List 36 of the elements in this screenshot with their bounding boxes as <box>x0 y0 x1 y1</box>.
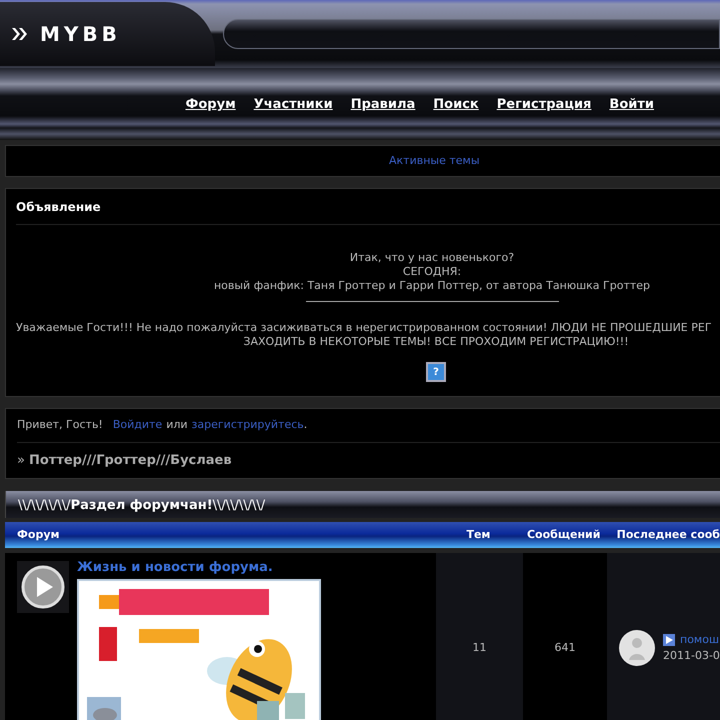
announcement-line: СЕГОДНЯ: <box>402 265 462 279</box>
column-header: Форум <box>16 526 61 543</box>
last-post-date: 2011-03-0 <box>663 648 720 664</box>
avatar-icon <box>619 630 655 666</box>
chevrons-icon <box>12 27 28 41</box>
period-text: . <box>304 417 308 433</box>
forum-title-link[interactable]: Жизнь и новости форума. <box>77 558 436 578</box>
column-header: Сообщений <box>526 526 602 543</box>
forum-status-icon <box>17 561 69 613</box>
login-link[interactable]: Войдите <box>112 417 162 434</box>
register-link[interactable]: зарегистрируйтесь <box>192 417 304 434</box>
go-to-post-icon[interactable] <box>663 634 675 646</box>
nav-link[interactable]: Форум <box>185 95 236 115</box>
active-topics-link[interactable]: Активные темы <box>389 152 480 170</box>
greeting-text: Привет, Гость! <box>17 417 103 433</box>
logo: MYBB <box>40 24 121 44</box>
announcement-line: новый фанфик: Таня Гроттер и Гарри Поттер, от автора Танюшка Гроттер <box>212 279 652 293</box>
breadcrumb-arrow: » <box>17 452 25 470</box>
posts-cell-text: 641 <box>554 640 576 656</box>
last-post-link[interactable]: помош <box>680 632 720 648</box>
nav-link[interactable]: Поиск <box>433 95 479 115</box>
nav-link[interactable]: Правила <box>350 95 416 115</box>
announcement-title: Объявление <box>16 198 101 216</box>
help-icon[interactable]: ? <box>426 362 446 382</box>
breadcrumb-link[interactable]: Поттер///Гроттер///Буслаев <box>28 450 232 470</box>
nav-link[interactable]: Участники <box>254 95 333 115</box>
or-text: или <box>166 417 188 433</box>
notice-line: ЗАХОДИТЬ В НЕКОТОРЫЕ ТЕМЫ! ВСЕ ПРОХОДИМ РЕГИСТРАЦИЮ!!! <box>242 335 630 349</box>
topics-cell: 11 <box>436 553 523 720</box>
notice-line: Уважаемые Гости!!! Не надо пожалуйста засиживаться в нерегистрированном состоянии! ЛЮДИ НЕ ПРОШЕДШИЕ РЕГ <box>16 321 713 335</box>
column-header: Тем <box>465 526 492 543</box>
category-title: \\/\\/\\/\\/Раздел форумчан!\\/\\/\\/\\/ <box>18 496 266 514</box>
column-header: Последнее сооб <box>616 526 720 543</box>
nav-link[interactable]: Регистрация <box>496 95 592 115</box>
nav-link[interactable]: Войти <box>609 95 654 115</box>
announcement-line: Итак, что у нас новенького? <box>348 251 516 265</box>
